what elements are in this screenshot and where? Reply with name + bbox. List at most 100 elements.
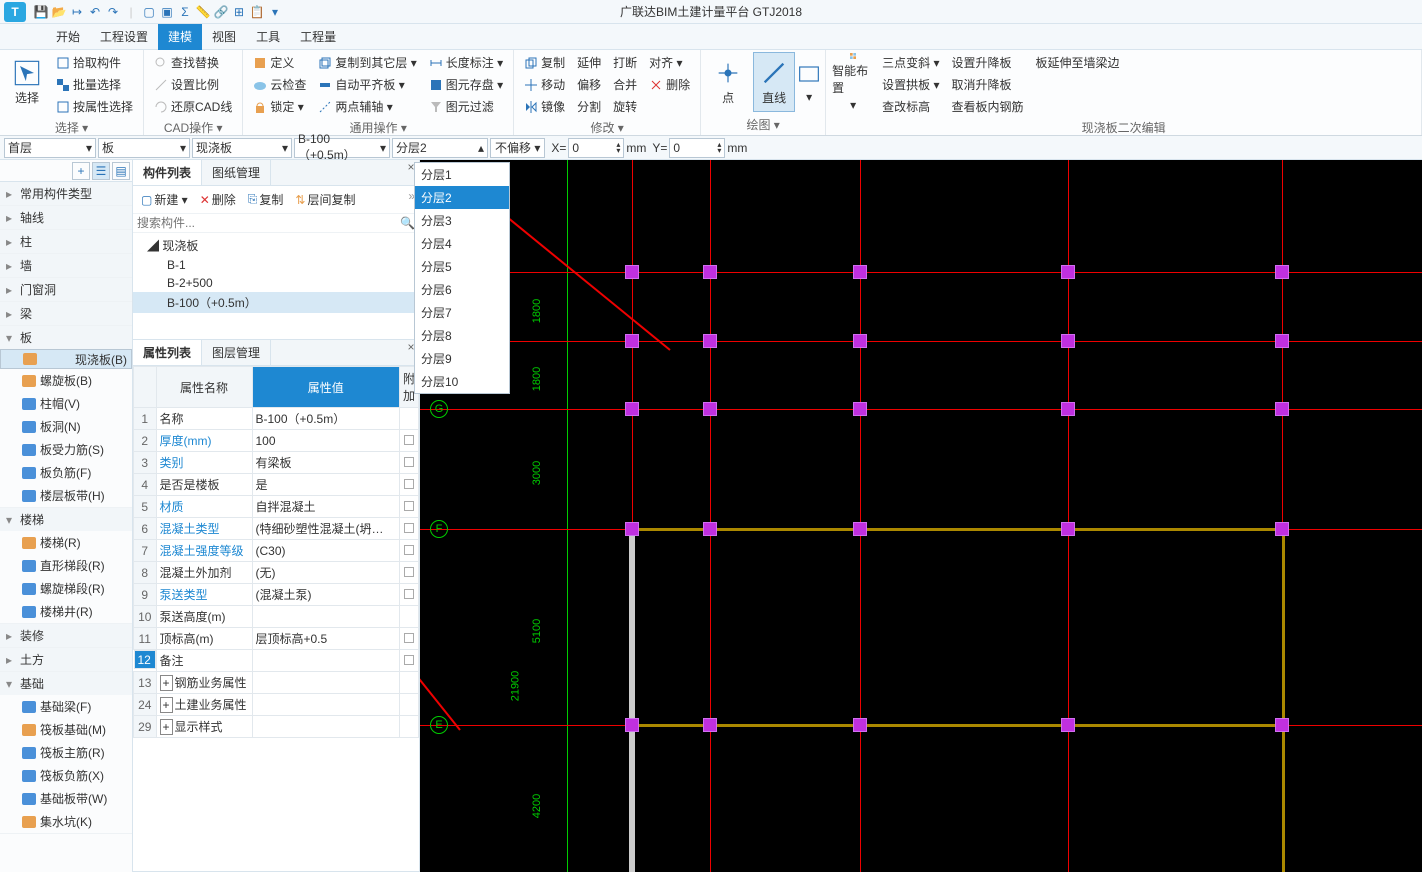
qa-clip-icon[interactable]: 📋: [248, 5, 266, 19]
grid-node[interactable]: [1061, 402, 1075, 416]
rotate-btn[interactable]: 旋转: [609, 96, 641, 117]
nav-grid-tab[interactable]: ▤: [112, 162, 130, 180]
nav-item-7-1[interactable]: 直形梯段(R): [0, 554, 132, 577]
layer-select[interactable]: 分层2▴: [392, 138, 488, 158]
nav-list-tab[interactable]: ☰: [92, 162, 110, 180]
menu-start[interactable]: 开始: [46, 24, 90, 50]
qa-export-icon[interactable]: ↦: [68, 5, 86, 19]
category-select[interactable]: 板▾: [98, 138, 190, 158]
cancel-lift[interactable]: 取消升降板: [948, 74, 1028, 95]
mirror-btn[interactable]: 镜像: [520, 96, 569, 117]
nav-group-5[interactable]: ▸梁: [0, 302, 132, 325]
qa-undo-icon[interactable]: ↶: [86, 5, 104, 19]
offset-mode[interactable]: 不偏移 ▾: [490, 138, 545, 158]
copy-between-floors[interactable]: ⇅层间复制: [291, 189, 359, 210]
nav-item-6-2[interactable]: 柱帽(V): [0, 392, 132, 415]
dropdown-item-2[interactable]: 分层3: [415, 209, 509, 232]
nav-item-10-5[interactable]: 集水坑(K): [0, 810, 132, 833]
prop-name[interactable]: 名称: [156, 408, 252, 430]
grid-node[interactable]: [1061, 718, 1075, 732]
edit-elevation[interactable]: 查改标高: [878, 96, 943, 117]
tab-component-list[interactable]: 构件列表: [133, 160, 202, 185]
prop-value[interactable]: [252, 650, 399, 672]
prop-row-num[interactable]: 6: [134, 518, 157, 540]
prop-row-num[interactable]: 9: [134, 584, 157, 606]
prop-value[interactable]: [252, 716, 399, 738]
nav-item-10-0[interactable]: 基础梁(F): [0, 695, 132, 718]
prop-value[interactable]: (无): [252, 562, 399, 584]
dropdown-item-9[interactable]: 分层10: [415, 370, 509, 393]
prop-value[interactable]: B-100（+0.5m）: [252, 408, 399, 430]
y-input[interactable]: 0▴▾: [669, 138, 725, 158]
nav-item-7-3[interactable]: 楼梯井(R): [0, 600, 132, 623]
grid-node[interactable]: [625, 334, 639, 348]
delete-btn[interactable]: 删除: [645, 74, 694, 95]
set-arch[interactable]: 设置拱板 ▾: [878, 74, 943, 95]
dropdown-item-0[interactable]: 分层1: [415, 163, 509, 186]
prop-name[interactable]: +显示样式: [156, 716, 252, 738]
th-value[interactable]: 属性值: [252, 367, 399, 408]
prop-check[interactable]: [399, 584, 418, 606]
grid-node[interactable]: [853, 718, 867, 732]
nav-group-3[interactable]: ▸墙: [0, 254, 132, 277]
prop-value[interactable]: 100: [252, 430, 399, 452]
rect-tool[interactable]: ▾: [799, 52, 819, 112]
batch-select[interactable]: 批量选择: [52, 74, 137, 95]
nav-group-8[interactable]: ▸装修: [0, 624, 132, 647]
auto-align[interactable]: 自动平齐板 ▾: [314, 74, 420, 95]
grid-node[interactable]: [625, 522, 639, 536]
prop-name[interactable]: 泵送类型: [156, 584, 252, 606]
nav-group-10[interactable]: ▾基础: [0, 672, 132, 695]
grid-node[interactable]: [625, 402, 639, 416]
nav-group-2[interactable]: ▸柱: [0, 230, 132, 253]
prop-name[interactable]: 混凝土外加剂: [156, 562, 252, 584]
prop-check[interactable]: [399, 496, 418, 518]
move-btn[interactable]: 移动: [520, 74, 569, 95]
dropdown-item-7[interactable]: 分层8: [415, 324, 509, 347]
grid-node[interactable]: [625, 718, 639, 732]
grid-node[interactable]: [703, 265, 717, 279]
search-icon[interactable]: 🔍: [400, 216, 415, 230]
length-dim[interactable]: 长度标注 ▾: [425, 52, 507, 73]
prop-name[interactable]: 泵送高度(m): [156, 606, 252, 628]
grid-node[interactable]: [703, 334, 717, 348]
qa-region-icon[interactable]: ▢: [140, 5, 158, 19]
grid-node[interactable]: [1275, 265, 1289, 279]
grid-node[interactable]: [625, 265, 639, 279]
pick-component[interactable]: 拾取构件: [52, 52, 137, 73]
align-btn[interactable]: 对齐 ▾: [645, 52, 694, 73]
delete-component[interactable]: ✕删除: [196, 189, 240, 210]
prop-check[interactable]: [399, 452, 418, 474]
nav-item-10-3[interactable]: 筏板负筋(X): [0, 764, 132, 787]
qa-redo-icon[interactable]: ↷: [104, 5, 122, 19]
qa-more-icon[interactable]: ▾: [266, 5, 284, 19]
grid-node[interactable]: [1061, 522, 1075, 536]
prop-row-num[interactable]: 24: [134, 694, 157, 716]
grid-node[interactable]: [1275, 402, 1289, 416]
prop-check[interactable]: [399, 540, 418, 562]
dropdown-item-1[interactable]: 分层2: [415, 186, 509, 209]
dropdown-item-4[interactable]: 分层5: [415, 255, 509, 278]
type-select[interactable]: 现浇板▾: [192, 138, 292, 158]
prop-value[interactable]: [252, 672, 399, 694]
drawing-canvas[interactable]: /*nodes placed via template below*/ G F …: [420, 160, 1422, 872]
grid-node[interactable]: [853, 265, 867, 279]
two-point-axis[interactable]: 两点辅轴 ▾: [314, 96, 420, 117]
nav-group-4[interactable]: ▸门窗洞: [0, 278, 132, 301]
th-name[interactable]: 属性名称: [156, 367, 252, 408]
prop-row-num[interactable]: 7: [134, 540, 157, 562]
point-tool[interactable]: 点: [707, 52, 749, 112]
nav-group-1[interactable]: ▸轴线: [0, 206, 132, 229]
nav-item-10-4[interactable]: 基础板带(W): [0, 787, 132, 810]
elem-save[interactable]: 图元存盘 ▾: [425, 74, 507, 95]
nav-item-10-2[interactable]: 筏板主筋(R): [0, 741, 132, 764]
grid-node[interactable]: [703, 522, 717, 536]
prop-name[interactable]: 材质: [156, 496, 252, 518]
dropdown-item-5[interactable]: 分层6: [415, 278, 509, 301]
nav-item-6-0[interactable]: 现浇板(B): [0, 349, 132, 369]
prop-check[interactable]: [399, 672, 418, 694]
prop-value[interactable]: 层顶标高+0.5: [252, 628, 399, 650]
nav-add-tab[interactable]: +: [72, 162, 90, 180]
prop-value[interactable]: (C30): [252, 540, 399, 562]
nav-item-6-3[interactable]: 板洞(N): [0, 415, 132, 438]
